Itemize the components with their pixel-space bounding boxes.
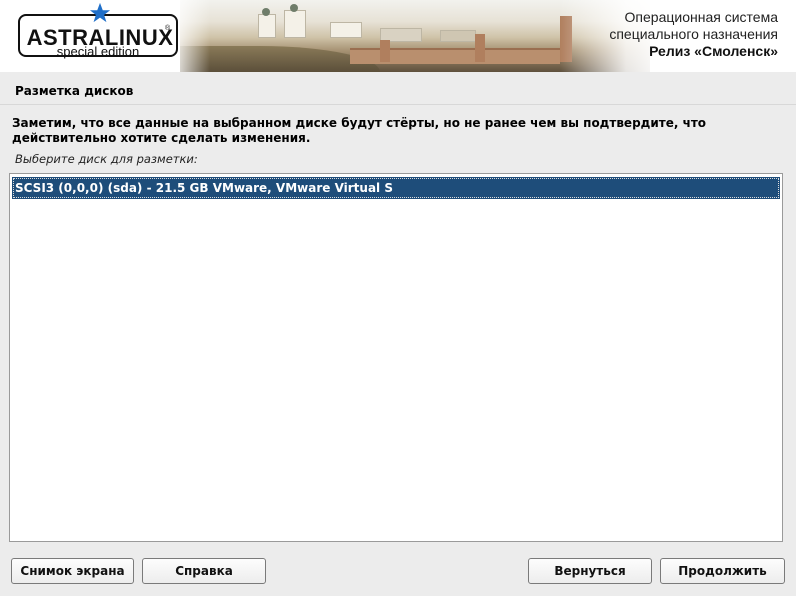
star-icon	[89, 2, 111, 23]
os-release: Релиз «Смоленск»	[649, 43, 778, 59]
header-banner: ASTRALINUX ® special edition Операционна…	[0, 0, 796, 72]
page-title: Разметка дисков	[15, 84, 134, 98]
logo-subtitle: special edition	[56, 44, 140, 59]
page-description: Заметим, что все данные на выбранном дис…	[12, 116, 707, 145]
screenshot-button[interactable]: Снимок экрана	[11, 558, 134, 584]
registered-mark: ®	[165, 25, 171, 32]
os-title: Операционная система специального назнач…	[609, 9, 778, 43]
disk-list-label: Выберите диск для разметки:	[15, 152, 198, 166]
disk-list[interactable]: SCSI3 (0,0,0) (sda) - 21.5 GB VMware, VM…	[9, 173, 783, 542]
os-title-line2: специального назначения	[609, 26, 778, 42]
os-title-line1: Операционная система	[624, 9, 778, 25]
disk-list-item-sda[interactable]: SCSI3 (0,0,0) (sda) - 21.5 GB VMware, VM…	[12, 177, 780, 199]
back-button[interactable]: Вернуться	[528, 558, 652, 584]
continue-button[interactable]: Продолжить	[660, 558, 785, 584]
help-button[interactable]: Справка	[142, 558, 266, 584]
divider	[0, 104, 796, 105]
